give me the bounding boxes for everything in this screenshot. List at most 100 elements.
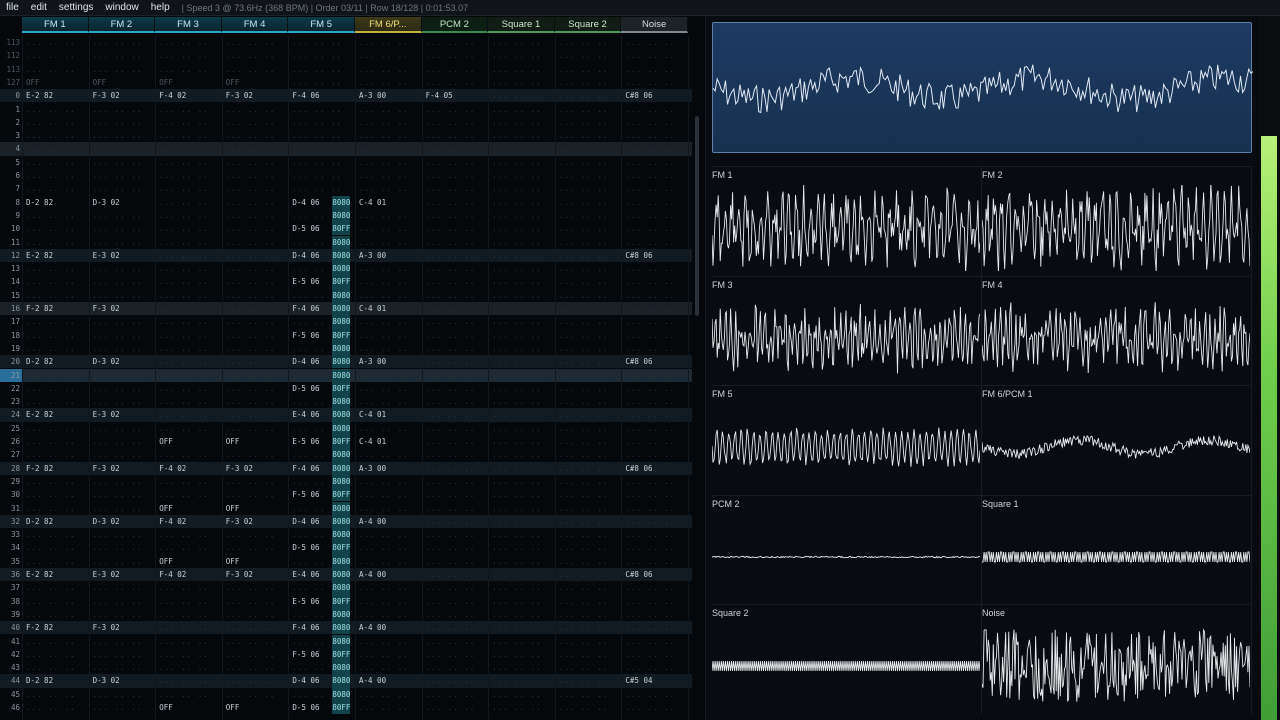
pattern-row[interactable]: 37 ... .. .. ... .. .. ... .. .. ... .. ....… (0, 581, 692, 595)
note-cell[interactable]: F-5 06 (292, 329, 319, 342)
pattern-row[interactable]: 31 ... .. .. ... .. .. ... .. .. ... .. ....… (0, 501, 692, 515)
empty-cell[interactable]: ... .. .. (426, 595, 476, 608)
empty-cell[interactable]: ... .. .. (426, 502, 476, 515)
empty-cell[interactable]: ... .. .. (426, 329, 476, 342)
empty-cell[interactable]: ... .. .. (492, 435, 542, 448)
effect-cell[interactable]: 8080 (332, 621, 351, 635)
empty-cell[interactable]: ... .. .. (359, 342, 409, 355)
empty-cell[interactable]: ... .. .. (359, 116, 409, 129)
empty-cell[interactable]: ... .. .. (559, 289, 609, 302)
pattern-row[interactable]: 9 ... .. .. ... .. .. ... .. .. ... .. .....… (0, 208, 692, 223)
empty-cell[interactable]: ... .. .. (559, 342, 609, 355)
empty-cell[interactable]: ... .. .. (26, 116, 76, 129)
empty-cell[interactable]: ... .. .. (159, 36, 209, 49)
empty-cell[interactable]: ... .. .. (426, 408, 476, 421)
pattern-row[interactable]: 39 ... .. .. ... .. .. ... .. .. ... .. ....… (0, 607, 692, 622)
note-cell[interactable]: F-4 02 (159, 89, 186, 102)
note-cell[interactable]: D-4 06 (292, 355, 319, 368)
empty-cell[interactable]: ... .. .. (492, 116, 542, 129)
note-cell[interactable]: F-3 02 (93, 462, 120, 475)
empty-cell[interactable]: ... .. .. (359, 581, 409, 594)
empty-cell[interactable]: ... .. .. (93, 222, 143, 235)
empty-cell[interactable]: ... .. .. (559, 568, 609, 581)
empty-cell[interactable]: ... .. .. (93, 488, 143, 501)
empty-cell[interactable]: ... .. .. (559, 142, 609, 155)
empty-cell[interactable]: ... .. .. (492, 581, 542, 594)
empty-cell[interactable]: ... .. .. (426, 462, 476, 475)
pattern-row[interactable]: 4 ... .. .. ... .. .. ... .. .. ... .. .....… (0, 142, 692, 156)
effect-cell[interactable]: 80FF (332, 328, 351, 342)
effect-cell[interactable]: 80FF (332, 541, 351, 555)
empty-cell[interactable]: ... .. .. (359, 382, 409, 395)
empty-cell[interactable]: ... .. .. (359, 209, 409, 222)
empty-cell[interactable]: ... .. .. (93, 262, 143, 275)
pattern-row[interactable]: 40 ... .. .. ... .. .. ... .. .. ... .. ....… (0, 621, 692, 635)
empty-cell[interactable]: ... .. .. (93, 541, 143, 554)
empty-cell[interactable]: ... .. .. (26, 382, 76, 395)
note-cell[interactable]: E-3 02 (93, 249, 120, 262)
empty-cell[interactable]: ... .. .. (226, 369, 276, 382)
note-cell[interactable]: D-5 06 (292, 382, 319, 395)
empty-cell[interactable]: ... .. .. (93, 581, 143, 594)
empty-cell[interactable]: ... .. .. (559, 129, 609, 142)
empty-cell[interactable]: ... .. .. (426, 688, 476, 701)
empty-cell[interactable]: ... .. .. (559, 621, 609, 634)
channel-header-9[interactable]: Square 2 (554, 17, 622, 33)
note-cell[interactable]: A-4 00 (359, 621, 386, 634)
pattern-row[interactable]: 6 ... .. .. ... .. .. ... .. .. ... .. .....… (0, 169, 692, 182)
effect-cell[interactable]: 80FF (332, 647, 351, 662)
empty-cell[interactable]: ... .. .. (426, 382, 476, 395)
pattern-row[interactable]: 2 ... .. .. ... .. .. ... .. .. ... .. .....… (0, 116, 692, 129)
empty-cell[interactable]: ... .. .. (93, 369, 143, 382)
empty-cell[interactable]: ... .. .. (625, 608, 675, 621)
pattern-row[interactable]: 20 ... .. .. ... .. .. ... .. .. ... .. ....… (0, 355, 692, 369)
empty-cell[interactable]: ... .. .. (492, 142, 542, 155)
effect-cell[interactable]: 8080 (332, 262, 351, 276)
empty-cell[interactable]: ... .. .. (359, 422, 409, 435)
empty-cell[interactable]: ... .. .. (159, 621, 209, 634)
empty-cell[interactable]: ... .. .. (93, 661, 143, 674)
empty-cell[interactable]: ... .. .. (625, 182, 675, 195)
pattern-row[interactable]: 11 ... .. .. ... .. .. ... .. .. ... .. ....… (0, 235, 692, 249)
pattern-row[interactable]: 5 ... .. .. ... .. .. ... .. .. ... .. .....… (0, 156, 692, 169)
empty-cell[interactable]: ... .. .. (359, 475, 409, 488)
empty-cell[interactable]: ... .. .. (492, 63, 542, 76)
empty-cell[interactable]: ... .. .. (426, 369, 476, 382)
empty-cell[interactable]: ... .. .. (559, 103, 609, 116)
empty-cell[interactable]: ... .. .. (226, 156, 276, 169)
empty-cell[interactable]: ... .. .. (559, 475, 609, 488)
empty-cell[interactable]: ... .. .. (359, 701, 409, 714)
empty-cell[interactable]: ... .. .. (625, 661, 675, 674)
empty-cell[interactable]: ... .. .. (492, 355, 542, 368)
empty-cell[interactable]: ... .. .. (159, 289, 209, 302)
empty-cell[interactable]: ... .. .. (559, 382, 609, 395)
empty-cell[interactable]: ... .. .. (625, 528, 675, 541)
empty-cell[interactable]: ... .. .. (226, 103, 276, 116)
effect-cell[interactable]: 80FF (332, 381, 351, 396)
note-cell[interactable]: D-3 02 (93, 674, 120, 687)
empty-cell[interactable]: ... .. .. (93, 342, 143, 355)
empty-cell[interactable]: ... .. .. (625, 621, 675, 634)
empty-cell[interactable]: ... .. .. (93, 129, 143, 142)
empty-cell[interactable]: ... .. .. (359, 275, 409, 288)
effect-cell[interactable]: 8080 (332, 687, 351, 701)
empty-cell[interactable]: ... .. .. (625, 236, 675, 249)
empty-cell[interactable]: ... .. .. (426, 275, 476, 288)
empty-cell[interactable]: ... .. .. (159, 302, 209, 315)
empty-cell[interactable]: ... .. .. (426, 422, 476, 435)
empty-cell[interactable]: ... .. .. (93, 555, 143, 568)
empty-cell[interactable]: ... .. .. (292, 129, 342, 142)
note-cell[interactable]: F-4 02 (159, 462, 186, 475)
empty-cell[interactable]: ... .. .. (559, 488, 609, 501)
empty-cell[interactable]: ... .. .. (426, 103, 476, 116)
empty-cell[interactable]: ... .. .. (492, 302, 542, 315)
empty-cell[interactable]: ... .. .. (226, 621, 276, 634)
empty-cell[interactable]: ... .. .. (26, 555, 76, 568)
note-cell[interactable]: C-4 01 (359, 435, 386, 448)
pattern-row[interactable]: 17 ... .. .. ... .. .. ... .. .. ... .. ....… (0, 315, 692, 329)
empty-cell[interactable]: ... .. .. (359, 395, 409, 408)
note-cell[interactable]: F-5 06 (292, 648, 319, 661)
empty-cell[interactable]: ... .. .. (625, 302, 675, 315)
note-cell[interactable]: A-4 00 (359, 674, 386, 687)
empty-cell[interactable]: ... .. .. (226, 422, 276, 435)
